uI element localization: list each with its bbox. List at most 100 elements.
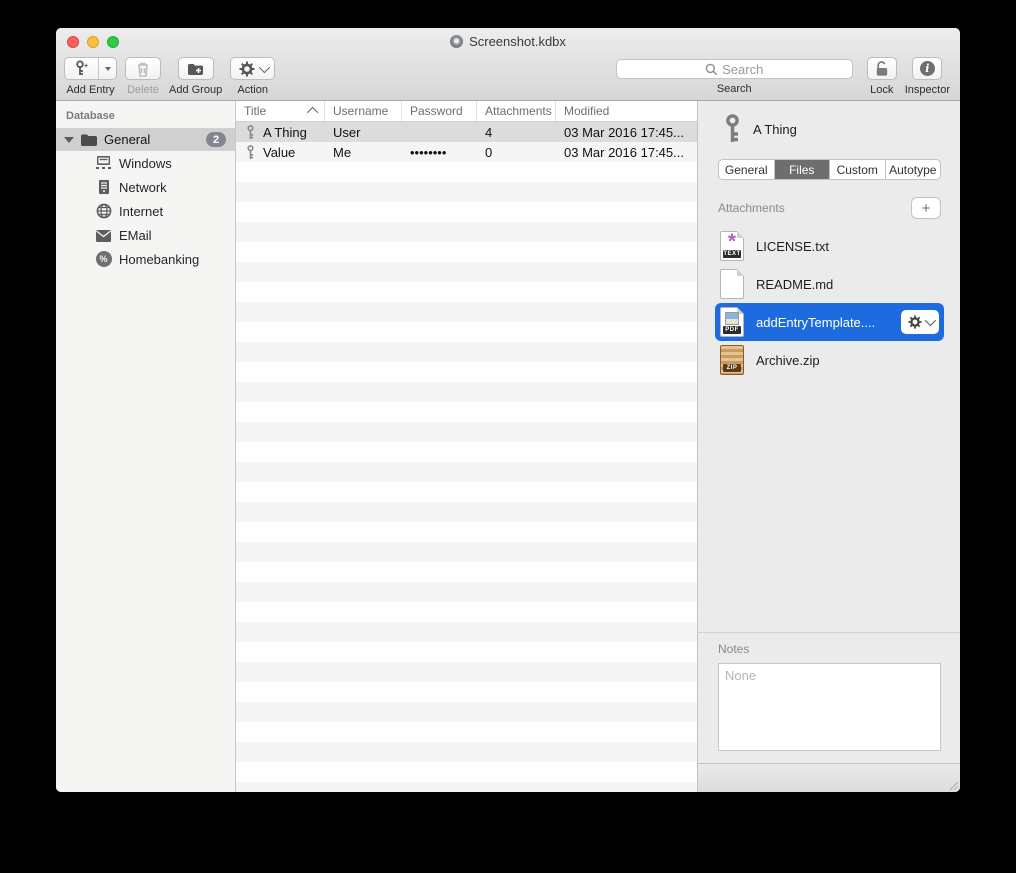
app-window: Screenshot.kdbx + Add Entry Delete bbox=[56, 28, 960, 792]
tab-files[interactable]: Files bbox=[775, 160, 831, 179]
table-row[interactable]: Value Me •••••••• 0 03 Mar 2016 17:45... bbox=[236, 142, 697, 162]
entry-title: A Thing bbox=[753, 122, 797, 137]
attachment-name: README.md bbox=[756, 277, 833, 292]
attachment-row[interactable]: *TEXT LICENSE.txt bbox=[715, 227, 944, 265]
info-icon: i bbox=[920, 61, 935, 76]
action-label: Action bbox=[237, 84, 268, 96]
add-entry-dropdown-arrow[interactable] bbox=[99, 58, 116, 79]
unlocked-padlock-icon bbox=[874, 60, 890, 77]
sidebar-item-internet[interactable]: Internet bbox=[56, 199, 235, 223]
zip-file-icon: ZIP bbox=[720, 345, 744, 375]
column-label: Username bbox=[333, 104, 388, 118]
table-row[interactable]: A Thing User 4 03 Mar 2016 17:45... bbox=[236, 122, 697, 142]
column-header-username[interactable]: Username bbox=[325, 101, 402, 121]
inspector-panel: A Thing General Files Custom Autotype At… bbox=[697, 101, 960, 792]
inspector-spacer bbox=[698, 379, 960, 632]
empty-table-rows[interactable] bbox=[236, 162, 697, 792]
delete-button[interactable] bbox=[125, 57, 161, 80]
gear-icon bbox=[239, 61, 255, 77]
add-group-button[interactable] bbox=[178, 57, 214, 80]
sidebar-item-label: General bbox=[104, 132, 150, 147]
tab-custom[interactable]: Custom bbox=[830, 160, 886, 179]
chevron-down-icon bbox=[924, 315, 935, 326]
chevron-down-icon bbox=[258, 61, 269, 72]
lock-button[interactable] bbox=[867, 57, 897, 80]
action-button[interactable] bbox=[230, 57, 275, 80]
search-input[interactable]: Search bbox=[616, 59, 853, 79]
column-label: Modified bbox=[564, 104, 609, 118]
column-header-modified[interactable]: Modified bbox=[556, 101, 697, 121]
sidebar-item-label: Windows bbox=[119, 156, 172, 171]
search-label: Search bbox=[717, 83, 752, 95]
notes-section: Notes bbox=[698, 632, 960, 763]
window-header: Screenshot.kdbx + Add Entry Delete bbox=[56, 28, 960, 101]
cell-username: User bbox=[325, 125, 402, 140]
cell-modified: 03 Mar 2016 17:45... bbox=[556, 145, 697, 160]
entry-header: A Thing bbox=[723, 114, 941, 144]
cell-title: Value bbox=[263, 145, 295, 160]
search-placeholder: Search bbox=[722, 62, 763, 77]
add-entry-label: Add Entry bbox=[66, 84, 114, 96]
sidebar-item-label: Internet bbox=[119, 204, 163, 219]
entry-count-badge: 2 bbox=[206, 132, 226, 147]
notes-label: Notes bbox=[718, 642, 941, 656]
inspector-tabs: General Files Custom Autotype bbox=[718, 159, 941, 180]
attachment-action-button[interactable] bbox=[901, 310, 939, 334]
toolbar-item-add-group: Add Group bbox=[169, 57, 222, 96]
disclosure-triangle-icon[interactable] bbox=[64, 137, 74, 143]
attachment-name: LICENSE.txt bbox=[756, 239, 829, 254]
sidebar-item-label: EMail bbox=[119, 228, 152, 243]
folder-icon bbox=[80, 133, 98, 147]
attachments-header: Attachments + bbox=[718, 197, 941, 219]
key-plus-icon[interactable]: + bbox=[65, 58, 99, 79]
titlebar[interactable]: Screenshot.kdbx bbox=[56, 28, 960, 54]
pdf-file-icon: PDF bbox=[720, 307, 744, 337]
column-label: Title bbox=[244, 104, 266, 118]
attachments-label: Attachments bbox=[718, 201, 785, 215]
inspector-footer bbox=[698, 763, 960, 792]
window-title-wrap: Screenshot.kdbx bbox=[56, 28, 960, 54]
column-label: Attachments bbox=[485, 104, 552, 118]
inspector-button[interactable]: i bbox=[912, 57, 942, 80]
trash-icon bbox=[136, 61, 150, 77]
tab-general[interactable]: General bbox=[719, 160, 775, 179]
sidebar-item-label: Network bbox=[119, 180, 167, 195]
attachment-name: Archive.zip bbox=[756, 353, 820, 368]
sidebar-section-header: Database bbox=[56, 101, 235, 128]
attachment-list: *TEXT LICENSE.txt README.md PDF addEntry… bbox=[715, 227, 944, 379]
toolbar-item-add-entry: + Add Entry bbox=[64, 57, 117, 96]
document-proxy-icon[interactable] bbox=[450, 35, 463, 48]
tab-autotype[interactable]: Autotype bbox=[886, 160, 941, 179]
search-icon bbox=[705, 63, 718, 76]
column-header-attachments[interactable]: Attachments bbox=[477, 101, 556, 121]
cell-password: •••••••• bbox=[402, 145, 477, 160]
column-label: Password bbox=[410, 104, 463, 118]
add-attachment-button[interactable]: + bbox=[911, 197, 941, 219]
add-entry-button[interactable]: + bbox=[64, 57, 117, 80]
sidebar-item-windows[interactable]: Windows bbox=[56, 151, 235, 175]
sidebar-item-email[interactable]: EMail bbox=[56, 223, 235, 247]
table-header: Title Username Password Attachments Modi… bbox=[236, 101, 697, 122]
column-header-password[interactable]: Password bbox=[402, 101, 477, 121]
attachment-row-selected[interactable]: PDF addEntryTemplate.... bbox=[715, 303, 944, 341]
column-header-title[interactable]: Title bbox=[236, 101, 325, 121]
sidebar-item-general[interactable]: General 2 bbox=[56, 128, 235, 151]
windows-network-icon bbox=[95, 155, 112, 172]
inspector-label: Inspector bbox=[905, 84, 950, 96]
resize-grip[interactable] bbox=[948, 780, 958, 790]
document-file-icon bbox=[720, 269, 744, 299]
entry-table: Title Username Password Attachments Modi… bbox=[236, 101, 697, 792]
svg-text:+: + bbox=[84, 63, 88, 70]
percent-icon: % bbox=[95, 251, 112, 268]
lock-label: Lock bbox=[870, 84, 893, 96]
sidebar-item-network[interactable]: Network bbox=[56, 175, 235, 199]
notes-input[interactable] bbox=[718, 663, 941, 751]
cell-attachments: 4 bbox=[477, 125, 556, 140]
toolbar-item-inspector: i Inspector bbox=[905, 57, 950, 96]
attachment-row[interactable]: README.md bbox=[715, 265, 944, 303]
sidebar-item-homebanking[interactable]: % Homebanking bbox=[56, 247, 235, 271]
folder-plus-icon bbox=[187, 62, 204, 76]
attachment-row[interactable]: ZIP Archive.zip bbox=[715, 341, 944, 379]
gear-icon bbox=[908, 315, 922, 329]
text-file-icon: *TEXT bbox=[720, 231, 744, 261]
